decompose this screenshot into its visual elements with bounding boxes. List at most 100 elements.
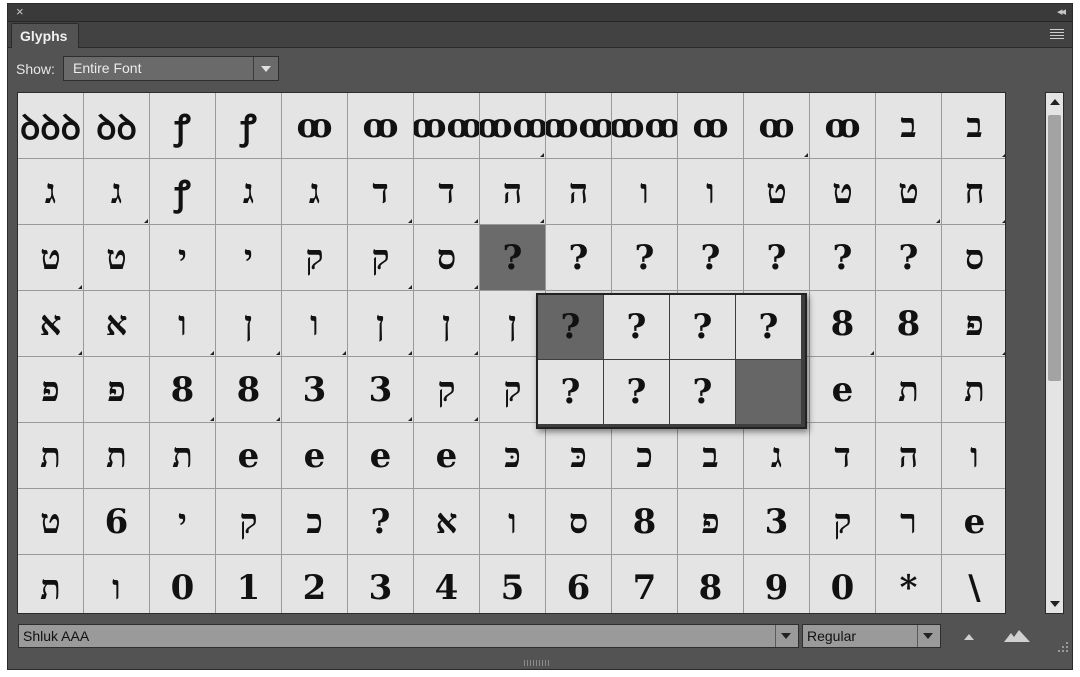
glyph-cell[interactable]: ט xyxy=(744,159,810,225)
chevron-down-icon[interactable] xyxy=(917,625,940,647)
glyph-cell[interactable]: א xyxy=(18,291,84,357)
glyph-cell[interactable]: י xyxy=(150,489,216,555)
chevron-down-icon[interactable] xyxy=(775,625,798,647)
glyph-cell[interactable]: ꝏ xyxy=(810,93,876,159)
glyph-cell[interactable]: ג xyxy=(282,159,348,225)
scrollbar-thumb[interactable] xyxy=(1048,115,1061,381)
glyph-cell[interactable]: 9 xyxy=(744,555,810,613)
glyph-cell[interactable]: 8 xyxy=(612,489,678,555)
glyph-cell[interactable]: e xyxy=(414,423,480,489)
glyph-cell[interactable]: ט xyxy=(876,159,942,225)
glyph-cell[interactable]: ꝭ xyxy=(216,93,282,159)
glyph-cell[interactable]: ꝏ xyxy=(744,93,810,159)
glyph-cell[interactable]: e xyxy=(282,423,348,489)
glyph-cell[interactable]: ג xyxy=(18,159,84,225)
glyph-cell[interactable]: פ xyxy=(942,291,1005,357)
glyph-cell[interactable]: ק xyxy=(810,489,876,555)
glyph-cell[interactable]: 1 xyxy=(216,555,282,613)
glyph-cell[interactable]: ג xyxy=(744,423,810,489)
glyph-cell[interactable]: ת xyxy=(942,357,1005,423)
glyph-cell[interactable]: ו xyxy=(282,291,348,357)
glyph-cell[interactable]: ꝏ xyxy=(348,93,414,159)
glyph-cell[interactable]: ח xyxy=(942,159,1005,225)
glyph-cell[interactable]: 3 xyxy=(348,357,414,423)
glyph-cell[interactable]: \ xyxy=(942,555,1005,613)
glyph-cell[interactable]: ן xyxy=(414,291,480,357)
zoom-in-icon[interactable] xyxy=(1004,630,1030,642)
show-dropdown[interactable]: Entire Font xyxy=(63,56,279,81)
glyph-cell[interactable]: ? xyxy=(744,225,810,291)
glyph-cell[interactable]: י xyxy=(150,225,216,291)
alternate-glyph-cell[interactable]: ? xyxy=(538,295,603,359)
glyph-cell[interactable]: ꝺꝺ xyxy=(84,93,150,159)
alternate-glyph-cell[interactable]: ? xyxy=(604,360,669,424)
alternate-glyph-cell[interactable]: ? xyxy=(604,295,669,359)
glyph-cell[interactable]: ת xyxy=(876,357,942,423)
glyph-cell[interactable]: ꝭ xyxy=(150,159,216,225)
glyph-cell[interactable]: 8 xyxy=(150,357,216,423)
zoom-out-icon[interactable] xyxy=(964,634,974,640)
alternate-glyph-cell[interactable]: ? xyxy=(538,360,603,424)
glyph-cell[interactable]: 0 xyxy=(150,555,216,613)
panel-resize-grip[interactable] xyxy=(524,660,554,666)
glyph-cell[interactable]: 4 xyxy=(414,555,480,613)
glyph-cell[interactable]: * xyxy=(876,555,942,613)
glyph-cell[interactable]: ב xyxy=(876,93,942,159)
glyph-cell[interactable]: כּ xyxy=(546,423,612,489)
glyph-cell[interactable]: ꝏꝏ xyxy=(546,93,612,159)
panel-menu-icon[interactable] xyxy=(1050,29,1064,41)
glyph-cell[interactable]: ט xyxy=(810,159,876,225)
glyph-cell[interactable]: פ xyxy=(678,489,744,555)
glyph-cell[interactable]: 8 xyxy=(678,555,744,613)
glyph-cell[interactable]: e xyxy=(216,423,282,489)
glyph-cell[interactable]: ג xyxy=(84,159,150,225)
glyph-cell[interactable]: ? xyxy=(480,225,546,291)
resize-corner-icon[interactable] xyxy=(1058,642,1068,652)
glyph-cell[interactable]: ס xyxy=(546,489,612,555)
tab-glyphs[interactable]: Glyphs xyxy=(11,23,79,48)
glyph-cell[interactable]: ו xyxy=(480,489,546,555)
glyph-cell[interactable]: 5 xyxy=(480,555,546,613)
glyph-cell[interactable]: ? xyxy=(546,225,612,291)
alternate-glyph-cell[interactable]: ? xyxy=(670,295,735,359)
glyph-cell[interactable]: ק xyxy=(348,225,414,291)
glyph-cell[interactable]: כ xyxy=(612,423,678,489)
glyph-cell[interactable]: 8 xyxy=(216,357,282,423)
glyph-cell[interactable]: ? xyxy=(348,489,414,555)
glyph-cell[interactable]: ט xyxy=(18,489,84,555)
glyph-cell[interactable]: ? xyxy=(876,225,942,291)
glyph-cell[interactable]: י xyxy=(216,225,282,291)
glyph-cell[interactable]: ꝏ xyxy=(282,93,348,159)
glyph-cell[interactable]: ט xyxy=(18,225,84,291)
chevron-down-icon[interactable] xyxy=(253,57,278,80)
glyph-cell[interactable]: ꝺꝺꝺ xyxy=(18,93,84,159)
glyph-cell[interactable]: 6 xyxy=(84,489,150,555)
glyph-cell[interactable]: ד xyxy=(810,423,876,489)
glyph-cell[interactable]: 2 xyxy=(282,555,348,613)
glyph-cell[interactable]: e xyxy=(810,357,876,423)
glyph-cell[interactable]: ט xyxy=(84,225,150,291)
glyph-cell[interactable]: ו xyxy=(84,555,150,613)
glyph-cell[interactable]: ו xyxy=(150,291,216,357)
vertical-scrollbar[interactable] xyxy=(1045,92,1064,614)
glyph-cell[interactable]: 8 xyxy=(876,291,942,357)
scroll-down-arrow-icon[interactable] xyxy=(1050,601,1060,607)
glyph-cell[interactable]: א xyxy=(84,291,150,357)
alternate-glyph-cell[interactable]: ? xyxy=(670,360,735,424)
glyph-cell[interactable]: ק xyxy=(282,225,348,291)
glyph-cell[interactable]: ת xyxy=(150,423,216,489)
glyph-cell[interactable]: ר xyxy=(876,489,942,555)
glyph-cell[interactable]: ꝭ xyxy=(150,93,216,159)
glyph-cell[interactable]: e xyxy=(942,489,1005,555)
glyph-cell[interactable]: ת xyxy=(18,423,84,489)
glyph-cell[interactable]: פ xyxy=(18,357,84,423)
close-icon[interactable]: × xyxy=(16,4,24,20)
glyph-cell[interactable]: e xyxy=(348,423,414,489)
glyph-cell[interactable]: ꝏ xyxy=(678,93,744,159)
glyph-cell[interactable]: ו xyxy=(942,423,1005,489)
glyph-cell[interactable]: ס xyxy=(942,225,1005,291)
glyph-cell[interactable]: ס xyxy=(414,225,480,291)
glyph-cell[interactable]: ב xyxy=(678,423,744,489)
glyph-cell[interactable]: ב xyxy=(942,93,1005,159)
glyph-cell[interactable]: ꝏꝏ xyxy=(612,93,678,159)
